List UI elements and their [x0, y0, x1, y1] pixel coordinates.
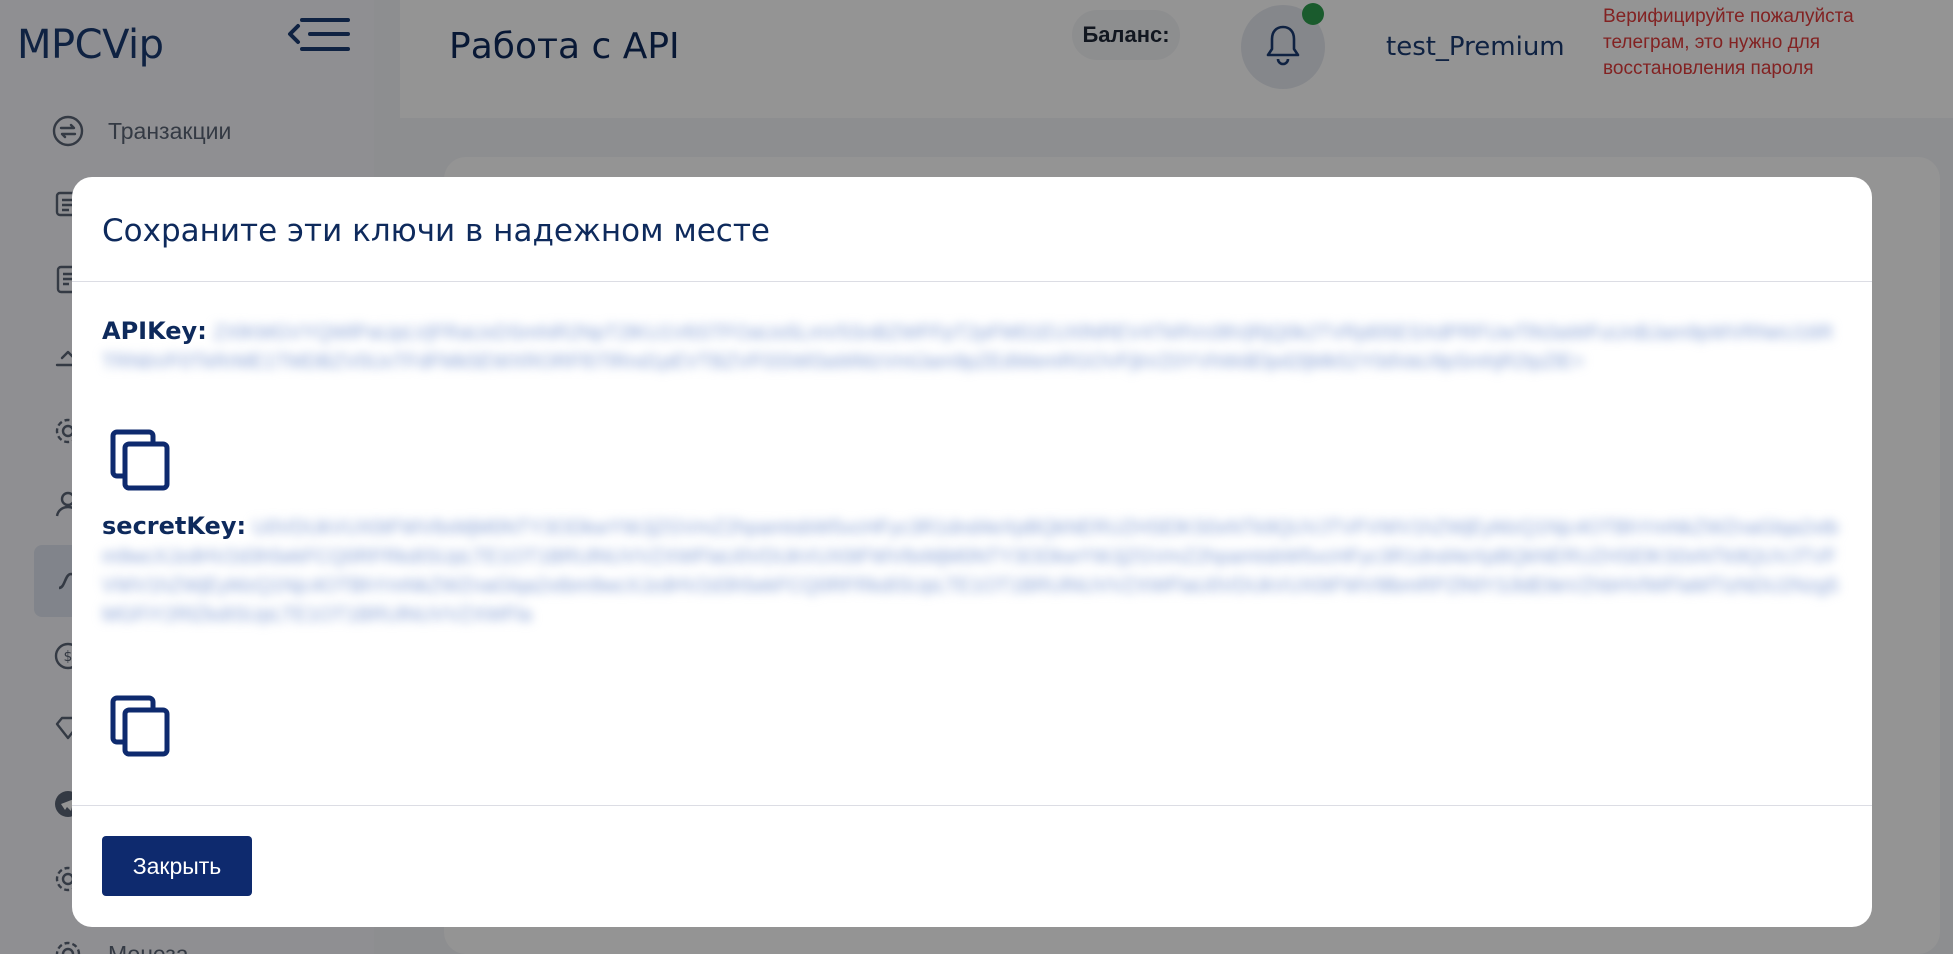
api-key-row: APIKey: ZXlKMGVYQWlPaUpLVjFRaUxDSmhiR2Np… [102, 317, 1842, 376]
secret-key-value[interactable]: U0VDUkVUX0tFWV8xMjM0NTY3ODkwYWJjZGVmZ2hp… [102, 517, 1839, 626]
modal-footer [72, 805, 1872, 927]
api-key-value[interactable]: ZXlKMGVYQWlPaUpLVjFRaUxDSmhiR2NpT2lKU1V6… [102, 322, 1833, 373]
modal-header: Сохраните эти ключи в надежном месте [72, 177, 1872, 282]
api-keys-modal: Сохраните эти ключи в надежном месте API… [72, 177, 1872, 927]
secret-key-label: secretKey: [102, 512, 247, 540]
copy-secret-key-button[interactable] [110, 695, 170, 757]
copy-icon [110, 429, 170, 495]
api-key-label: APIKey: [102, 317, 207, 345]
copy-icon [110, 695, 170, 761]
close-button[interactable]: Закрыть [102, 836, 252, 896]
copy-api-key-button[interactable] [110, 429, 170, 491]
secret-key-row: secretKey: U0VDUkVUX0tFWV8xMjM0NTY3ODkwY… [102, 512, 1842, 629]
modal-title: Сохраните эти ключи в надежном месте [102, 213, 770, 249]
